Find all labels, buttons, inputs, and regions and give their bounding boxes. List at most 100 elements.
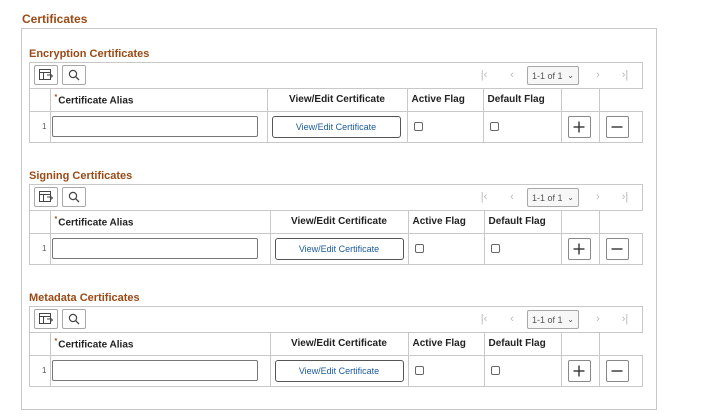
previous-page-icon[interactable]: ‹ bbox=[505, 67, 519, 83]
last-page-icon[interactable]: ›| bbox=[618, 67, 632, 83]
chevron-down-icon: ⌄ bbox=[567, 193, 574, 202]
delete-row-button[interactable] bbox=[605, 359, 629, 382]
encryption-certificates-grid: |‹ ‹ 1-1 of 1 ⌄ › ›| *Certificate Alias V… bbox=[29, 62, 643, 143]
table-header-row: *Certificate Alias View/Edit Certificate… bbox=[30, 89, 643, 112]
column-header-active: Active Flag bbox=[408, 333, 485, 356]
required-marker: * bbox=[54, 215, 58, 223]
next-page-icon[interactable]: › bbox=[591, 311, 605, 327]
page-title: Certificates bbox=[22, 12, 88, 26]
minus-icon bbox=[611, 126, 623, 128]
add-row-button[interactable] bbox=[567, 359, 591, 382]
rownum-header bbox=[30, 89, 51, 112]
add-column-header bbox=[561, 333, 600, 356]
certificate-alias-input[interactable] bbox=[51, 360, 258, 382]
find-button[interactable] bbox=[62, 187, 86, 207]
section-title: Signing Certificates bbox=[29, 170, 133, 182]
section-title: Metadata Certificates bbox=[29, 292, 140, 304]
search-icon bbox=[68, 313, 80, 325]
column-header-view-edit: View/Edit Certificate bbox=[270, 211, 409, 234]
column-header-default: Default Flag bbox=[484, 211, 562, 234]
table-row: 1 View/Edit Certificate bbox=[30, 355, 643, 386]
search-icon bbox=[68, 69, 80, 81]
metadata-certificates-section: Metadata Certificates |‹ ‹ 1-1 of 1 ⌄ › ›… bbox=[29, 290, 643, 387]
page-select[interactable]: 1-1 of 1 ⌄ bbox=[527, 310, 579, 329]
delete-column-header bbox=[599, 89, 643, 112]
table-header-row: *Certificate Alias View/Edit Certificate… bbox=[30, 333, 643, 356]
delete-row-button[interactable] bbox=[605, 237, 629, 260]
find-button[interactable] bbox=[62, 309, 86, 329]
grid-toolbar: |‹ ‹ 1-1 of 1 ⌄ › ›| bbox=[30, 185, 642, 211]
first-page-icon[interactable]: |‹ bbox=[477, 67, 491, 83]
table-row: 1 View/Edit Certificate bbox=[30, 111, 643, 142]
plus-icon bbox=[573, 243, 585, 255]
default-flag-checkbox[interactable] bbox=[489, 122, 499, 132]
grid-toolbar: |‹ ‹ 1-1 of 1 ⌄ › ›| bbox=[30, 307, 642, 333]
metadata-certificates-grid: |‹ ‹ 1-1 of 1 ⌄ › ›| *Certificate Alias V… bbox=[29, 306, 643, 387]
pagination-label: 1-1 of 1 bbox=[532, 314, 563, 325]
signing-certificates-grid: |‹ ‹ 1-1 of 1 ⌄ › ›| *Certificate Alias V… bbox=[29, 184, 643, 265]
grid-personalize-icon bbox=[39, 191, 53, 202]
view-edit-certificate-button[interactable]: View/Edit Certificate bbox=[274, 359, 404, 382]
required-marker: * bbox=[54, 337, 58, 345]
rownum-header bbox=[30, 211, 51, 234]
chevron-down-icon: ⌄ bbox=[567, 71, 574, 80]
delete-row-button[interactable] bbox=[605, 115, 629, 138]
active-flag-checkbox[interactable] bbox=[413, 122, 423, 132]
personalize-grid-button[interactable] bbox=[34, 309, 58, 329]
required-marker: * bbox=[54, 93, 58, 101]
add-column-header bbox=[561, 211, 600, 234]
previous-page-icon[interactable]: ‹ bbox=[505, 189, 519, 205]
next-page-icon[interactable]: › bbox=[591, 67, 605, 83]
pagination-label: 1-1 of 1 bbox=[532, 70, 563, 81]
search-icon bbox=[68, 191, 80, 203]
active-flag-checkbox[interactable] bbox=[414, 244, 424, 254]
page-select[interactable]: 1-1 of 1 ⌄ bbox=[527, 188, 579, 207]
minus-icon bbox=[611, 248, 623, 250]
plus-icon bbox=[573, 121, 585, 133]
default-flag-checkbox[interactable] bbox=[490, 244, 500, 254]
personalize-grid-button[interactable] bbox=[34, 187, 58, 207]
column-header-active: Active Flag bbox=[407, 89, 484, 112]
encryption-certificates-section: Encryption Certificates |‹ ‹ 1-1 of 1 ⌄ ›… bbox=[29, 46, 643, 143]
grid-personalize-icon bbox=[39, 313, 53, 324]
add-row-button[interactable] bbox=[567, 237, 591, 260]
table-header-row: *Certificate Alias View/Edit Certificate… bbox=[30, 211, 643, 234]
delete-column-header bbox=[599, 211, 643, 234]
grid-toolbar: |‹ ‹ 1-1 of 1 ⌄ › ›| bbox=[30, 63, 642, 89]
rownum-header bbox=[30, 333, 51, 356]
first-page-icon[interactable]: |‹ bbox=[477, 311, 491, 327]
column-header-alias: *Certificate Alias bbox=[50, 211, 271, 234]
view-edit-certificate-button[interactable]: View/Edit Certificate bbox=[274, 237, 404, 260]
table-row: 1 View/Edit Certificate bbox=[30, 233, 643, 264]
column-header-view-edit: View/Edit Certificate bbox=[267, 89, 408, 112]
personalize-grid-button[interactable] bbox=[34, 65, 58, 85]
first-page-icon[interactable]: |‹ bbox=[477, 189, 491, 205]
certificates-table: *Certificate Alias View/Edit Certificate… bbox=[30, 89, 643, 142]
default-flag-checkbox[interactable] bbox=[490, 366, 500, 376]
add-column-header bbox=[561, 89, 600, 112]
find-button[interactable] bbox=[62, 65, 86, 85]
last-page-icon[interactable]: ›| bbox=[618, 311, 632, 327]
column-header-default: Default Flag bbox=[483, 89, 562, 112]
last-page-icon[interactable]: ›| bbox=[618, 189, 632, 205]
column-header-alias: *Certificate Alias bbox=[50, 333, 271, 356]
certificate-alias-input[interactable] bbox=[51, 238, 258, 260]
certificate-alias-input[interactable] bbox=[51, 116, 258, 138]
next-page-icon[interactable]: › bbox=[591, 189, 605, 205]
chevron-down-icon: ⌄ bbox=[567, 315, 574, 324]
pagination-label: 1-1 of 1 bbox=[532, 192, 563, 203]
column-header-default: Default Flag bbox=[484, 333, 562, 356]
active-flag-checkbox[interactable] bbox=[414, 366, 424, 376]
column-header-active: Active Flag bbox=[408, 211, 485, 234]
previous-page-icon[interactable]: ‹ bbox=[505, 311, 519, 327]
add-row-button[interactable] bbox=[567, 115, 591, 138]
column-header-alias: *Certificate Alias bbox=[50, 89, 268, 112]
certificates-table: *Certificate Alias View/Edit Certificate… bbox=[30, 333, 643, 386]
plus-icon bbox=[573, 365, 585, 377]
certificates-table: *Certificate Alias View/Edit Certificate… bbox=[30, 211, 643, 264]
view-edit-certificate-button[interactable]: View/Edit Certificate bbox=[271, 115, 401, 138]
section-title: Encryption Certificates bbox=[29, 48, 150, 60]
page-select[interactable]: 1-1 of 1 ⌄ bbox=[527, 66, 579, 85]
column-header-view-edit: View/Edit Certificate bbox=[270, 333, 409, 356]
delete-column-header bbox=[599, 333, 643, 356]
